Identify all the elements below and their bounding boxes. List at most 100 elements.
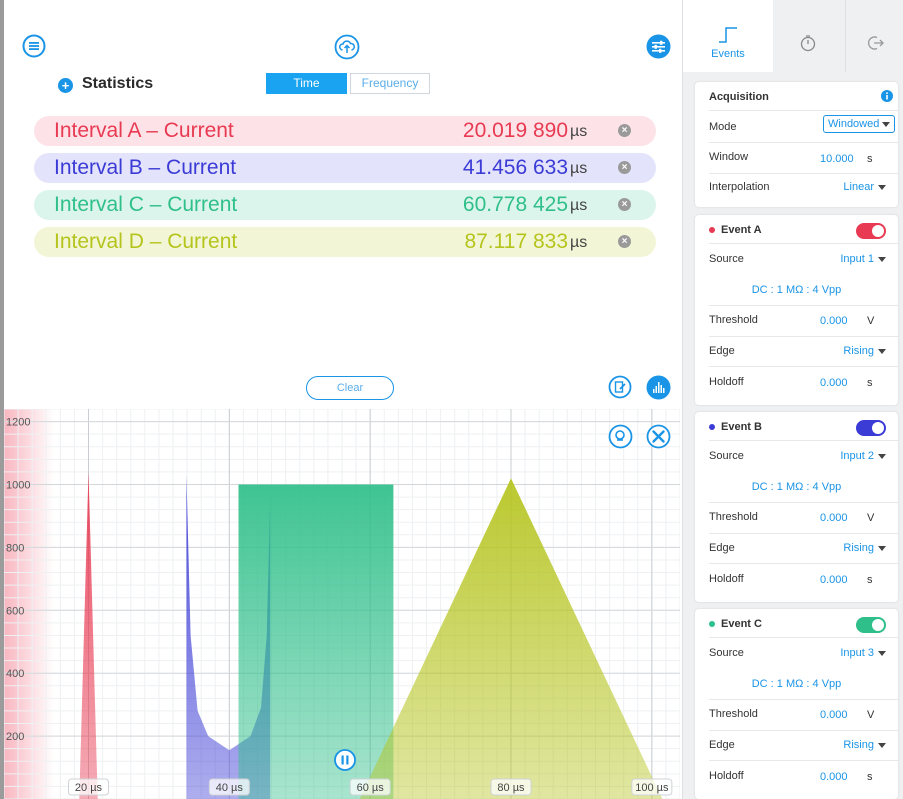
event-title: Event C: [709, 618, 762, 630]
holdoff-label: Holdoff: [709, 573, 744, 585]
add-statistic-icon[interactable]: +: [58, 78, 73, 93]
hamburger-menu-icon[interactable]: [22, 34, 46, 58]
acquisition-card: Acquisition Mode Windowed Window 10.000 …: [695, 82, 898, 207]
edit-notes-icon[interactable]: [608, 375, 632, 399]
holdoff-value[interactable]: 0.000: [820, 377, 848, 389]
tools-icon[interactable]: [646, 424, 671, 449]
interval-row[interactable]: Interval A – Current 20.019 890 µs ×: [34, 116, 656, 146]
x-tick-label: 20 µs: [75, 782, 103, 794]
tab-timer[interactable]: [773, 0, 845, 72]
threshold-value[interactable]: 0.000: [820, 709, 848, 721]
x-tick: 20 µs: [68, 778, 109, 796]
source-select[interactable]: Input 3: [840, 647, 886, 659]
holdoff-value[interactable]: 0.000: [820, 771, 848, 783]
source-label: Source: [709, 253, 744, 265]
source-select[interactable]: Input 1: [840, 253, 886, 265]
interval-label: Interval A – Current: [54, 119, 234, 142]
event-title: Event B: [709, 421, 762, 433]
coupling-value[interactable]: DC : 1 MΩ : 4 Vpp: [695, 284, 898, 296]
coupling-value[interactable]: DC : 1 MΩ : 4 Vpp: [695, 678, 898, 690]
app-window: + Statistics Time Frequency Interval A –…: [4, 0, 903, 799]
event-name: Event A: [721, 224, 762, 236]
interval-row[interactable]: Interval C – Current 60.778 425 µs ×: [34, 190, 656, 220]
tab-time[interactable]: Time: [266, 73, 347, 94]
interval-row[interactable]: Interval B – Current 41.456 633 µs ×: [34, 153, 656, 183]
interval-value: 20.019 890: [462, 119, 568, 142]
pause-icon[interactable]: [334, 749, 356, 771]
interpolation-select[interactable]: Linear: [843, 181, 886, 193]
x-tick: 100 µs: [631, 778, 673, 796]
event-name: Event C: [721, 618, 762, 630]
holdoff-label: Holdoff: [709, 770, 744, 782]
x-tick-label: 80 µs: [497, 782, 525, 794]
coupling-value[interactable]: DC : 1 MΩ : 4 Vpp: [695, 481, 898, 493]
threshold-label: Threshold: [709, 708, 758, 720]
source-label: Source: [709, 450, 744, 462]
interval-unit: µs: [570, 234, 588, 251]
interval-unit: µs: [570, 160, 588, 177]
threshold-unit: V: [867, 315, 875, 327]
remove-icon[interactable]: ×: [618, 198, 631, 211]
event-card: Event B Source Input 2 DC : 1 MΩ : 4 Vpp Thr…: [695, 412, 898, 602]
edge-select[interactable]: Rising: [843, 542, 886, 554]
holdoff-unit: s: [867, 574, 873, 586]
y-tick-label: 1000: [6, 479, 30, 491]
histogram-icon[interactable]: [646, 375, 671, 400]
remove-icon[interactable]: ×: [618, 235, 631, 248]
x-tick: 40 µs: [208, 778, 250, 796]
statistics-title: Statistics: [82, 75, 154, 92]
y-tick-label: 600: [6, 605, 24, 617]
sliders-icon[interactable]: [646, 34, 671, 59]
tab-events[interactable]: Events: [683, 0, 773, 72]
event-name: Event B: [721, 421, 762, 433]
tab-exit[interactable]: [845, 0, 903, 72]
x-tick-label: 40 µs: [216, 782, 244, 794]
zoom-search-icon[interactable]: [608, 424, 633, 449]
edge-select[interactable]: Rising: [843, 739, 886, 751]
threshold-label: Threshold: [709, 314, 758, 326]
y-tick-label: 200: [6, 731, 24, 743]
event-card: Event C Source Input 3 DC : 1 MΩ : 4 Vpp Thr…: [695, 609, 898, 799]
interpolation-label: Interpolation: [709, 181, 770, 193]
event-toggle[interactable]: [856, 223, 886, 239]
y-tick-label: 800: [6, 542, 24, 554]
remove-icon[interactable]: ×: [618, 161, 631, 174]
threshold-value[interactable]: 0.000: [820, 512, 848, 524]
threshold-unit: V: [867, 512, 875, 524]
histogram-plot[interactable]: 200 400 600 800 1000 1200 20 µs 40 µs 60 µs 80 µ…: [4, 408, 681, 799]
x-tick: 60 µs: [349, 778, 391, 796]
interval-value: 41.456 633: [462, 156, 568, 179]
clear-button[interactable]: Clear: [306, 376, 394, 400]
y-tick-label: 1200: [6, 417, 30, 429]
interval-unit: µs: [570, 197, 588, 214]
tab-frequency[interactable]: Frequency: [350, 73, 430, 94]
interval-label: Interval D – Current: [54, 230, 238, 253]
acquisition-title: Acquisition: [709, 91, 769, 103]
x-tick-label: 60 µs: [357, 782, 385, 794]
event-color-dot: [709, 227, 715, 234]
edge-label: Edge: [709, 542, 735, 554]
exit-arrow-icon: [866, 34, 884, 52]
interval-row[interactable]: Interval D – Current 87.117 833 µs ×: [34, 227, 656, 257]
mode-label: Mode: [709, 121, 737, 133]
event-toggle[interactable]: [856, 617, 886, 633]
cloud-upload-icon[interactable]: [334, 34, 360, 60]
holdoff-unit: s: [867, 771, 873, 783]
event-toggle[interactable]: [856, 420, 886, 436]
mode-select[interactable]: Windowed: [823, 115, 895, 133]
tab-events-label: Events: [711, 48, 745, 60]
interval-value: 87.117 833: [464, 230, 568, 253]
source-select[interactable]: Input 2: [840, 450, 886, 462]
window-value[interactable]: 10.000: [820, 153, 854, 165]
interval-label: Interval C – Current: [54, 193, 238, 216]
step-edge-icon: [717, 26, 739, 44]
histogram-area-2: [238, 484, 394, 799]
holdoff-value[interactable]: 0.000: [820, 574, 848, 586]
remove-icon[interactable]: ×: [618, 124, 631, 137]
interval-label: Interval B – Current: [54, 156, 237, 179]
event-color-dot: [709, 424, 715, 431]
info-icon[interactable]: [881, 90, 893, 102]
threshold-value[interactable]: 0.000: [820, 315, 848, 327]
histogram-chart[interactable]: 200 400 600 800 1000 1200 20 µs 40 µs 60 µs 80 µ…: [4, 408, 681, 799]
edge-select[interactable]: Rising: [843, 345, 886, 357]
